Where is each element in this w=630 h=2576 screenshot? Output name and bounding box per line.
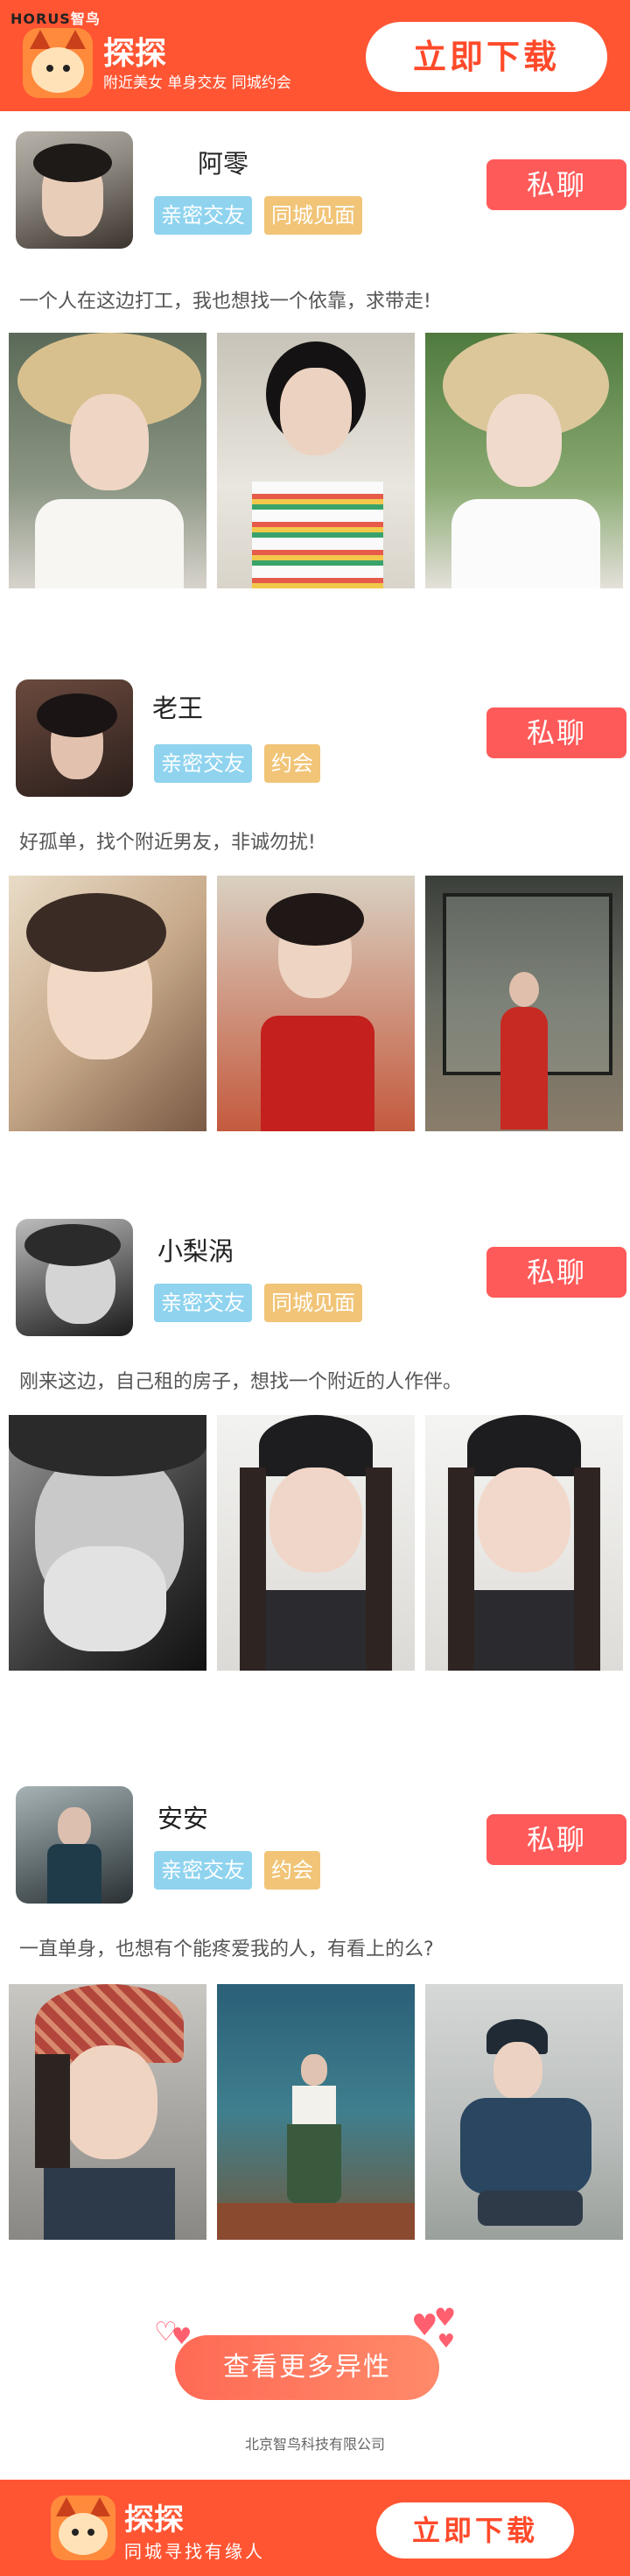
tag-date: 约会 xyxy=(264,1851,320,1890)
private-chat-button[interactable]: 私聊 xyxy=(486,159,626,210)
profile-photo[interactable] xyxy=(425,1415,623,1671)
profile-name: 阿零 xyxy=(198,149,249,179)
app-tagline: 同城寻找有缘人 xyxy=(124,2541,265,2562)
profile-photo[interactable] xyxy=(9,1984,206,2240)
profile-name: 安安 xyxy=(158,1804,209,1833)
avatar[interactable] xyxy=(16,1219,133,1336)
brand-name-cn: 智鸟 xyxy=(70,11,101,27)
company-name: 北京智鸟科技有限公司 xyxy=(244,2436,385,2453)
view-more-button[interactable]: 查看更多异性 xyxy=(175,2335,439,2400)
profile-name: 小梨涡 xyxy=(158,1236,234,1266)
profile-bio: 好孤单，找个附近男友，非诚勿扰! xyxy=(19,832,316,854)
tag-date: 约会 xyxy=(264,744,320,783)
tag-intimate: 亲密交友 xyxy=(154,196,252,235)
tag-intimate: 亲密交友 xyxy=(154,744,252,783)
profile-photo[interactable] xyxy=(217,1415,415,1671)
tag-intimate: 亲密交友 xyxy=(154,1851,252,1890)
tag-meetup: 同城见面 xyxy=(264,196,362,235)
app-title: 探探 xyxy=(103,36,167,72)
tag-meetup: 同城见面 xyxy=(264,1284,362,1322)
tag-intimate: 亲密交友 xyxy=(154,1284,252,1322)
profile-bio: 刚来这边，自己租的房子，想找一个附近的人作伴。 xyxy=(19,1371,463,1393)
app-icon xyxy=(23,28,93,98)
profile-card: 小梨涡 亲密交友 同城见面 私聊 刚来这边，自己租的房子，想找一个附近的人作伴。 xyxy=(0,1219,630,1674)
profile-photo[interactable] xyxy=(9,876,206,1131)
private-chat-button[interactable]: 私聊 xyxy=(486,1814,626,1865)
profile-photo[interactable] xyxy=(217,876,415,1131)
profile-photo[interactable] xyxy=(425,876,623,1131)
profile-photo[interactable] xyxy=(217,333,415,588)
avatar[interactable] xyxy=(16,131,133,249)
bottom-banner: 探探 同城寻找有缘人 立即下载 xyxy=(0,2480,630,2576)
private-chat-button[interactable]: 私聊 xyxy=(486,707,626,758)
top-banner: HORUS智鸟 探探 附近美女 单身交友 同城约会 立即下载 xyxy=(0,0,630,111)
download-button[interactable]: 立即下载 xyxy=(366,22,607,92)
profile-card: 老王 亲密交友 约会 私聊 好孤单，找个附近男友，非诚勿扰! xyxy=(0,679,630,1135)
profile-photo[interactable] xyxy=(9,333,206,588)
brand-logo: HORUS智鸟 xyxy=(10,7,101,28)
profile-bio: 一个人在这边打工，我也想找一个依靠，求带走! xyxy=(19,291,431,313)
avatar[interactable] xyxy=(16,1786,133,1904)
brand-name: HORUS xyxy=(10,11,71,27)
profile-photo[interactable] xyxy=(425,333,623,588)
profile-name: 老王 xyxy=(152,693,204,723)
profile-photo[interactable] xyxy=(217,1984,415,2240)
download-button[interactable]: 立即下载 xyxy=(376,2502,574,2558)
profile-photo[interactable] xyxy=(425,1984,623,2240)
app-title: 探探 xyxy=(124,2502,184,2537)
heart-icon: ♥ xyxy=(434,2303,457,2332)
profile-card: 阿零 亲密交友 同城见面 私聊 一个人在这边打工，我也想找一个依靠，求带走! xyxy=(0,131,630,588)
app-tagline: 附近美女 单身交友 同城约会 xyxy=(103,74,291,92)
app-icon xyxy=(51,2495,116,2560)
profile-bio: 一直单身，也想有个能疼爱我的人，有看上的么? xyxy=(19,1939,434,1960)
private-chat-button[interactable]: 私聊 xyxy=(486,1247,626,1298)
avatar[interactable] xyxy=(16,679,133,797)
heart-icon: ♥ xyxy=(438,2331,455,2353)
profile-card: 安安 亲密交友 约会 私聊 一直单身，也想有个能疼爱我的人，有看上的么? xyxy=(0,1786,630,2242)
profile-photo[interactable] xyxy=(9,1415,206,1671)
